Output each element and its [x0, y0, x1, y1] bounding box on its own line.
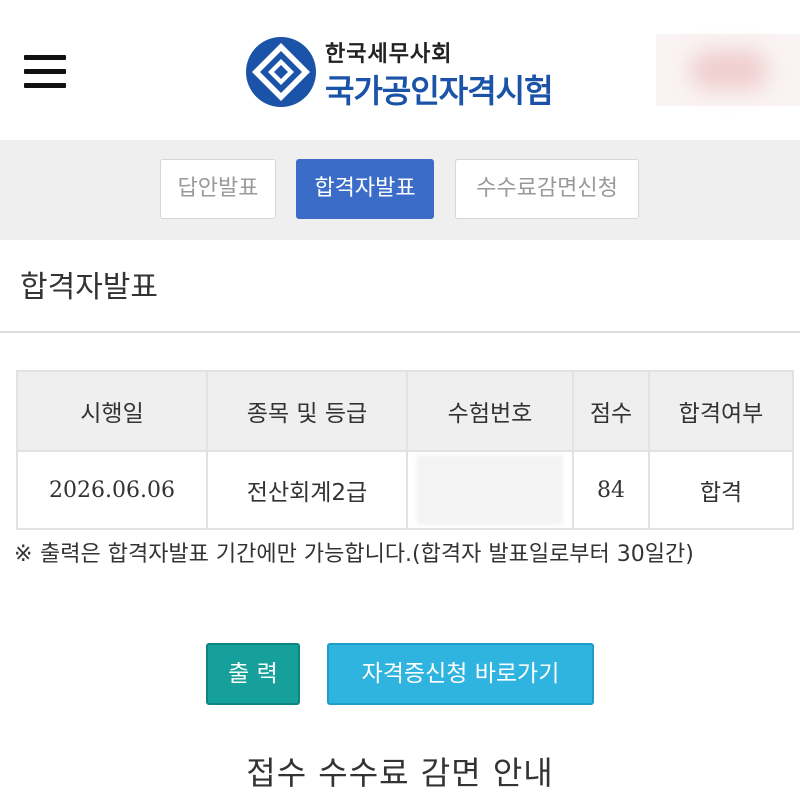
cell-subject: 전산회계2급 [206, 450, 408, 530]
header-subject: 종목 및 등급 [206, 370, 408, 452]
site-header: 한국세무사회 국가공인자격시험 [0, 0, 800, 140]
page-title: 합격자발표 [20, 270, 158, 305]
blurred-user-area [656, 34, 800, 106]
tab-fee-reduction[interactable]: 수수료감면신청 [455, 159, 639, 219]
tab-bar: 답안발표 합격자발표 수수료감면신청 [0, 140, 800, 240]
cell-exam-number [406, 450, 574, 530]
header-score: 점수 [572, 370, 650, 452]
header-exam-number: 수험번호 [406, 370, 574, 452]
fee-reduction-title: 접수 수수료 감면 안내 [246, 754, 554, 792]
menu-line [24, 69, 66, 74]
site-logo[interactable]: 한국세무사회 국가공인자격시험 [243, 34, 573, 110]
header-result: 합격여부 [648, 370, 794, 452]
org-name: 한국세무사회 [325, 42, 453, 67]
header-date: 시행일 [16, 370, 208, 452]
certificate-apply-button[interactable]: 자격증신청 바로가기 [327, 643, 594, 705]
print-notice: ※ 출력은 합격자발표 기간에만 가능합니다.(합격자 발표일로부터 30일간) [14, 538, 794, 572]
tab-pass-announcement[interactable]: 합격자발표 [296, 159, 434, 219]
print-button[interactable]: 출 력 [206, 643, 300, 705]
blurred-exam-number [417, 455, 563, 525]
exam-name: 국가공인자격시험 [325, 72, 554, 110]
divider [0, 331, 800, 333]
result-table: 시행일 종목 및 등급 수험번호 점수 합격여부 2026.06.06 전산회계… [16, 370, 794, 530]
menu-line [24, 83, 66, 88]
note-text: 출력은 합격자발표 기간에만 가능합니다.(합격자 발표일로부터 30일간) [40, 542, 694, 567]
table-row: 2026.06.06 전산회계2급 84 합격 [16, 450, 794, 530]
cell-result: 합격 [648, 450, 794, 530]
diamond-emblem-logo [246, 37, 316, 107]
menu-line [24, 55, 66, 60]
cell-date: 2026.06.06 [16, 450, 208, 530]
tab-answer-announcement[interactable]: 답안발표 [160, 159, 276, 219]
cell-score: 84 [572, 450, 650, 530]
note-mark: ※ [14, 542, 33, 567]
table-header-row: 시행일 종목 및 등급 수험번호 점수 합격여부 [16, 370, 794, 452]
hamburger-menu-icon[interactable] [24, 55, 68, 89]
